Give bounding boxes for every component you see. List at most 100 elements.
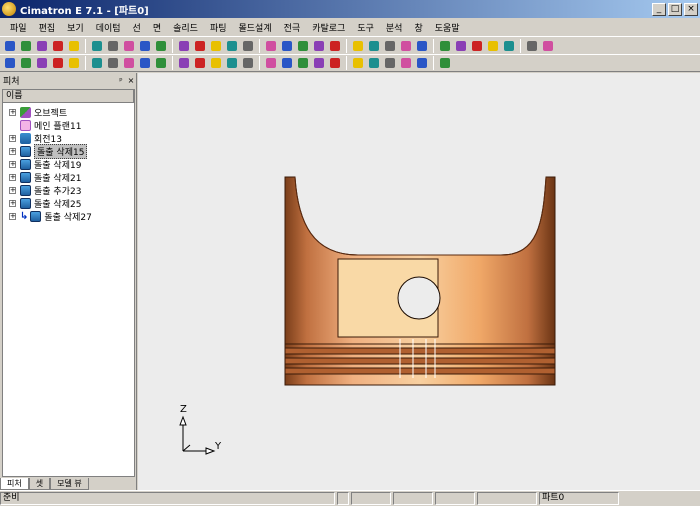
arrow-left-icon[interactable] <box>454 39 468 53</box>
paint-icon[interactable] <box>502 39 516 53</box>
bulb-icon[interactable] <box>415 39 429 53</box>
surface-icon[interactable] <box>328 56 342 70</box>
rollback-marker-icon[interactable]: ↳ <box>20 211 28 222</box>
analysis-icon[interactable] <box>438 56 452 70</box>
new-icon[interactable] <box>3 39 17 53</box>
menu-item[interactable]: 전극 <box>278 21 307 34</box>
view-right-icon[interactable] <box>280 39 294 53</box>
pan-icon[interactable] <box>193 39 207 53</box>
shade-icon[interactable] <box>367 39 381 53</box>
menu-item[interactable]: 카탈로그 <box>306 21 351 34</box>
menu-item[interactable]: 솔리드 <box>167 21 204 34</box>
menu-item[interactable]: 분석 <box>380 21 409 34</box>
menu-item[interactable]: 도구 <box>351 21 380 34</box>
curve-icon[interactable] <box>312 56 326 70</box>
tab-sets[interactable]: 셋 <box>28 478 51 490</box>
menu-item[interactable]: 보기 <box>61 21 90 34</box>
spline-icon[interactable] <box>241 56 255 70</box>
zoom-fit-icon[interactable] <box>138 39 152 53</box>
menu-item[interactable]: 도움말 <box>429 21 466 34</box>
mirror-icon[interactable] <box>399 56 413 70</box>
wireframe-icon[interactable] <box>383 39 397 53</box>
tree-item[interactable]: + 돌출 삭제21 <box>9 171 81 184</box>
tree-item[interactable]: + ↳ 돌출 삭제27 <box>9 210 92 223</box>
extrude-icon[interactable] <box>67 56 81 70</box>
blend-icon[interactable] <box>351 56 365 70</box>
split-icon[interactable] <box>383 56 397 70</box>
pattern-icon[interactable] <box>415 56 429 70</box>
trim-icon[interactable] <box>280 56 294 70</box>
grid-icon[interactable] <box>486 39 500 53</box>
menu-item[interactable]: 파일 <box>4 21 33 34</box>
arrow-right-icon[interactable] <box>470 39 484 53</box>
select-icon[interactable] <box>35 56 49 70</box>
expand-toggle-icon[interactable]: + <box>9 174 16 181</box>
tree-item[interactable]: + 오브젝트 <box>9 106 67 119</box>
tree-column-header[interactable]: 이름 <box>3 90 134 103</box>
expand-toggle-icon[interactable]: + <box>9 148 16 155</box>
tree-item[interactable]: + 돌출 삭제19 <box>9 158 81 171</box>
maximize-button[interactable]: □ <box>668 2 682 16</box>
revolve-icon[interactable] <box>90 56 104 70</box>
pin-icon[interactable]: ᵖ <box>116 76 126 85</box>
tab-features[interactable]: 피처 <box>0 478 29 490</box>
pick-icon[interactable] <box>3 56 17 70</box>
open-icon[interactable] <box>19 39 33 53</box>
menu-item[interactable]: 창 <box>408 21 428 34</box>
print-icon[interactable] <box>51 39 65 53</box>
link-icon[interactable] <box>106 39 120 53</box>
offset-icon[interactable] <box>296 56 310 70</box>
expand-toggle-icon[interactable]: + <box>9 213 16 220</box>
tree-item[interactable]: + 돌출 삭제15 <box>9 144 88 159</box>
tree-item[interactable]: 메인 플랜11 <box>9 119 81 132</box>
view-bottom-icon[interactable] <box>328 39 342 53</box>
draft-icon[interactable] <box>193 56 207 70</box>
menu-item[interactable]: 면 <box>147 21 167 34</box>
menu-item[interactable]: 데이텀 <box>90 21 127 34</box>
line-icon[interactable] <box>225 56 239 70</box>
minimize-button[interactable]: _ <box>652 2 666 16</box>
tree-item[interactable]: + 돌출 삭제25 <box>9 197 81 210</box>
view-left-icon[interactable] <box>296 39 310 53</box>
zoom-icon[interactable] <box>177 39 191 53</box>
chamfer-icon[interactable] <box>177 56 191 70</box>
close-button[interactable]: × <box>684 2 698 16</box>
color-icon[interactable] <box>438 39 452 53</box>
tree-item[interactable]: + 돌출 추가23 <box>9 184 81 197</box>
expand-toggle-icon[interactable]: + <box>9 161 16 168</box>
menu-item[interactable]: 파팅 <box>204 21 233 34</box>
point-icon[interactable] <box>209 56 223 70</box>
view-top-icon[interactable] <box>264 39 278 53</box>
save-icon[interactable] <box>35 39 49 53</box>
expand-toggle-icon[interactable]: + <box>9 109 16 116</box>
menu-item[interactable]: 몰드설계 <box>233 21 278 34</box>
delete-icon[interactable] <box>19 56 33 70</box>
redo-icon[interactable] <box>90 39 104 53</box>
panel-close-icon[interactable]: × <box>126 76 136 85</box>
pen-icon[interactable] <box>525 39 539 53</box>
undo-icon[interactable] <box>67 39 81 53</box>
zoom-window-icon[interactable] <box>154 39 168 53</box>
menu-item[interactable]: 편집 <box>33 21 62 34</box>
menu-item[interactable]: 선 <box>127 21 147 34</box>
expand-toggle-icon[interactable]: + <box>9 187 16 194</box>
loft-icon[interactable] <box>122 56 136 70</box>
tab-model-view[interactable]: 모델 뷰 <box>50 478 89 490</box>
model-viewport[interactable]: Z Y <box>138 73 700 490</box>
expand-toggle-icon[interactable]: + <box>9 135 16 142</box>
measure-icon[interactable] <box>541 39 555 53</box>
view-iso-icon[interactable] <box>225 39 239 53</box>
circle-icon[interactable] <box>264 56 278 70</box>
render-mode-icon[interactable] <box>351 39 365 53</box>
view-back-icon[interactable] <box>312 39 326 53</box>
expand-toggle-icon[interactable]: + <box>9 200 16 207</box>
view-front-icon[interactable] <box>241 39 255 53</box>
light-icon[interactable] <box>399 39 413 53</box>
fillet-icon[interactable] <box>154 56 168 70</box>
sweep-icon[interactable] <box>106 56 120 70</box>
patch-icon[interactable] <box>367 56 381 70</box>
shell-icon[interactable] <box>138 56 152 70</box>
sketch-icon[interactable] <box>51 56 65 70</box>
rotate-icon[interactable] <box>209 39 223 53</box>
filter-icon[interactable] <box>122 39 136 53</box>
